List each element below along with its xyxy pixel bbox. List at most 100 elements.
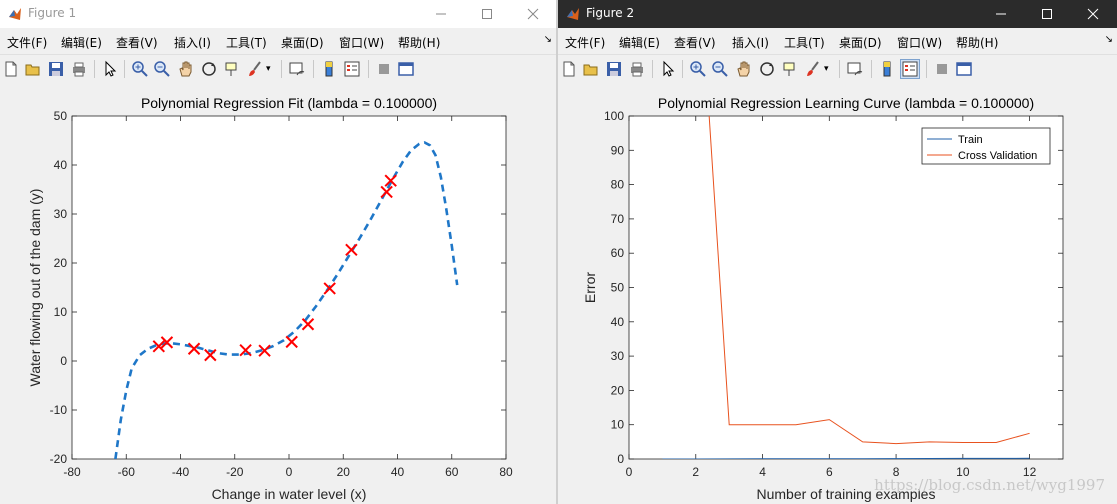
x-tick-label: -60 (118, 465, 136, 479)
x-axis-label: Change in water level (x) (212, 486, 367, 502)
chart-title: Polynomial Regression Fit (lambda = 0.10… (141, 95, 437, 111)
y-tick-label: -10 (50, 403, 68, 417)
title-bar: Figure 2 (558, 0, 1117, 28)
y-tick-label: 40 (611, 315, 625, 329)
x-tick-label: 0 (286, 465, 293, 479)
learning-curve-plot[interactable]: 0 2 4 6 8 10 120102030405060708090100Polynomia… (558, 83, 1117, 504)
close-button[interactable] (510, 0, 556, 28)
brush-icon[interactable] (246, 60, 264, 78)
legend-label: Cross Validation (958, 150, 1037, 162)
menu-view[interactable]: 查看(V) (116, 34, 158, 51)
maximize-button[interactable] (464, 0, 510, 28)
print-icon[interactable] (628, 60, 646, 78)
maximize-button[interactable] (1024, 0, 1070, 28)
figure-1-window: Figure 1 文件(F) 编辑(E) 查看(V) 插入(I) 工具(T) 桌… (0, 0, 556, 504)
hide-plot-tools-icon[interactable] (933, 60, 951, 78)
link-plot-icon[interactable] (846, 60, 864, 78)
x-tick-label: 20 (337, 465, 351, 479)
menu-tools[interactable]: 工具(T) (226, 34, 267, 51)
dropdown-arrow-icon[interactable]: ▾ (266, 64, 274, 82)
zoom-in-icon[interactable] (689, 60, 707, 78)
minimize-button[interactable] (978, 0, 1024, 28)
colorbar-icon[interactable] (878, 60, 896, 78)
window-title: Figure 2 (586, 6, 635, 20)
x-tick-label: -20 (226, 465, 244, 479)
new-figure-icon[interactable] (560, 60, 578, 78)
menu-file[interactable]: 文件(F) (565, 34, 605, 51)
save-icon[interactable] (47, 60, 65, 78)
plot-area: -80 -60 -40 -20 0 20 40 60 80 -20 -10 0 10 20 30 40 50 Po… (0, 83, 556, 504)
y-tick-label: 60 (611, 246, 625, 260)
legend-icon[interactable] (343, 60, 361, 78)
menu-window[interactable]: 窗口(W) (897, 34, 942, 51)
y-tick-label: 100 (604, 109, 624, 123)
zoom-in-icon[interactable] (131, 60, 149, 78)
save-icon[interactable] (605, 60, 623, 78)
toolbar-separator (926, 60, 927, 78)
show-plot-tools-icon[interactable] (955, 60, 973, 78)
y-tick-label: 30 (54, 207, 68, 221)
menu-tools[interactable]: 工具(T) (784, 34, 825, 51)
menu-help[interactable]: 帮助(H) (398, 34, 440, 51)
regression-fit-plot[interactable]: -80 -60 -40 -20 0 20 40 60 80 -20 -10 0 10 20 30 40 50 Po… (0, 83, 556, 504)
window-title: Figure 1 (28, 6, 77, 20)
link-plot-icon[interactable] (288, 60, 306, 78)
menu-view[interactable]: 查看(V) (674, 34, 716, 51)
pan-hand-icon[interactable] (177, 60, 195, 78)
matlab-logo-icon (567, 8, 579, 20)
toolbar-separator (281, 60, 282, 78)
rotate-3d-icon[interactable] (200, 60, 218, 78)
overflow-arrow-icon[interactable]: ↘ (544, 34, 552, 45)
menu-edit[interactable]: 编辑(E) (619, 34, 660, 51)
open-file-icon[interactable] (582, 60, 600, 78)
overflow-arrow-icon[interactable]: ↘ (1105, 34, 1113, 45)
y-tick-label: 50 (611, 281, 625, 295)
brush-icon[interactable] (804, 60, 822, 78)
rotate-3d-icon[interactable] (758, 60, 776, 78)
zoom-out-icon[interactable] (153, 60, 171, 78)
menu-window[interactable]: 窗口(W) (339, 34, 384, 51)
x-tick-label: 40 (391, 465, 405, 479)
y-axis-label: Error (582, 272, 598, 303)
menu-file[interactable]: 文件(F) (7, 34, 47, 51)
print-icon[interactable] (70, 60, 88, 78)
zoom-out-icon[interactable] (711, 60, 729, 78)
toolbar-separator (368, 60, 369, 78)
y-tick-label: 70 (611, 212, 625, 226)
pan-hand-icon[interactable] (735, 60, 753, 78)
menu-edit[interactable]: 编辑(E) (61, 34, 102, 51)
show-plot-tools-icon[interactable] (397, 60, 415, 78)
menu-insert[interactable]: 插入(I) (174, 34, 211, 51)
plot-area: 0 2 4 6 8 10 12 0 10 20 30 40 50 60 70 80 90 100 Polynomia… (558, 83, 1117, 504)
chart-title: Polynomial Regression Learning Curve (la… (658, 95, 1034, 111)
data-cursor-icon[interactable] (781, 60, 799, 78)
close-icon (1087, 8, 1099, 20)
menu-desktop[interactable]: 桌面(D) (281, 34, 324, 51)
y-tick-label: 10 (54, 305, 68, 319)
data-cursor-icon[interactable] (223, 60, 241, 78)
minimize-button[interactable] (418, 0, 464, 28)
pointer-icon[interactable] (659, 60, 677, 78)
dropdown-arrow-icon[interactable]: ▾ (824, 64, 832, 82)
y-tick-label: -20 (50, 452, 68, 466)
y-tick-label: 30 (611, 349, 625, 363)
colorbar-icon[interactable] (320, 60, 338, 78)
close-button[interactable] (1070, 0, 1116, 28)
menu-desktop[interactable]: 桌面(D) (839, 34, 882, 51)
pointer-icon[interactable] (101, 60, 119, 78)
menu-help[interactable]: 帮助(H) (956, 34, 998, 51)
minimize-icon (996, 13, 1006, 15)
open-file-icon[interactable] (24, 60, 42, 78)
y-tick-label: 10 (611, 418, 625, 432)
x-tick-label: 0 (626, 465, 633, 479)
legend-label: Train (958, 134, 983, 146)
toolbar-separator (682, 60, 683, 78)
x-tick-label: 60 (445, 465, 459, 479)
x-tick-label: 6 (826, 465, 833, 479)
hide-plot-tools-icon[interactable] (375, 60, 393, 78)
new-figure-icon[interactable] (2, 60, 20, 78)
toolbar: ▾ (558, 54, 1117, 84)
toolbar-separator (94, 60, 95, 78)
menu-insert[interactable]: 插入(I) (732, 34, 769, 51)
legend-icon[interactable] (900, 59, 920, 79)
